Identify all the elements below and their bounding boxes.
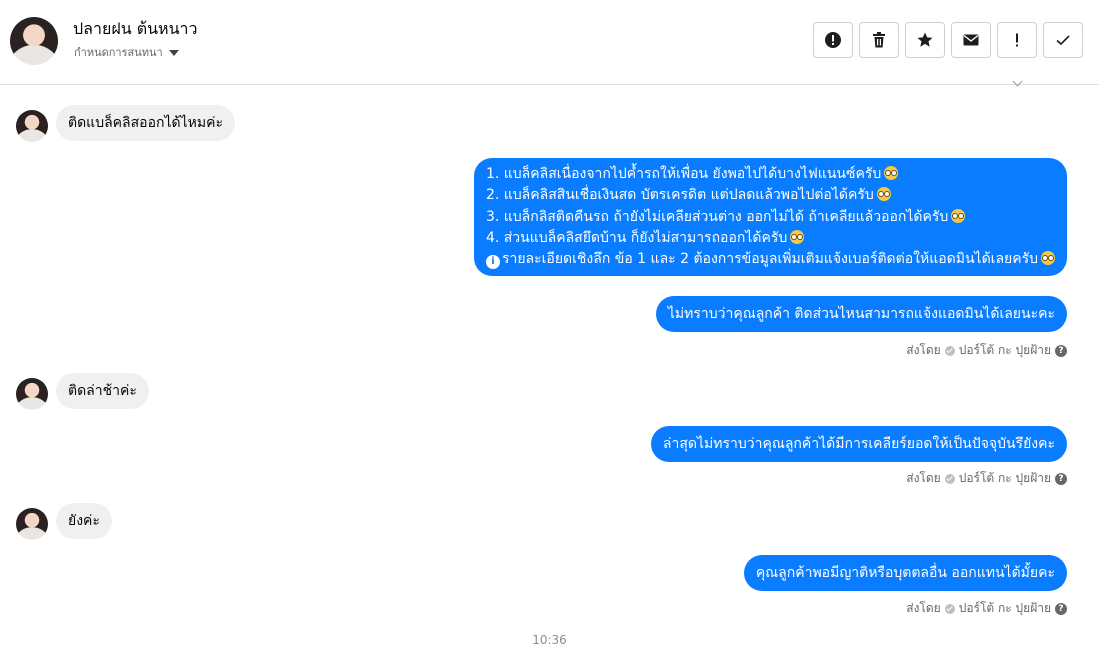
help-icon[interactable]: ? <box>1055 472 1067 485</box>
sent-by-label: ส่งโดย ปอร์โต้ กะ ปุยฝ้าย ? <box>906 599 1067 618</box>
contact-avatar[interactable] <box>10 17 58 65</box>
message-line: i รายละเอียดเชิงลึก ข้อ 1 และ 2 ต้องการข้… <box>485 249 1055 270</box>
mail-icon <box>963 34 979 46</box>
sent-by-agent[interactable]: ปอร์โต้ กะ ปุยฝ้าย <box>959 341 1051 360</box>
star-icon <box>917 32 933 47</box>
sent-by-label: ส่งโดย ปอร์โต้ กะ ปุยฝ้าย ? <box>906 469 1067 488</box>
check-icon <box>1056 35 1070 46</box>
nerd-face-emoji-icon <box>951 208 966 223</box>
outgoing-message: คุณลูกค้าพอมีญาติหรือบุตตลอื่น ออกแทนได้… <box>743 555 1067 591</box>
message-timestamp: 10:36 <box>532 633 567 647</box>
verified-check-icon <box>944 603 955 614</box>
sent-by-agent[interactable]: ปอร์โต้ กะ ปุยฝ้าย <box>959 469 1051 488</box>
star-button[interactable] <box>905 22 945 58</box>
outgoing-message: 1. แบล็คลิสเนื่องจากไปค้ำรถให้เพื่อน ยัง… <box>473 158 1067 277</box>
exclamation-icon <box>1016 33 1018 47</box>
alert-circle-icon <box>825 32 841 48</box>
message-line: 1. แบล็คลิสเนื่องจากไปค้ำรถให้เพื่อน ยัง… <box>486 164 1055 185</box>
conversation-header: ปลายฝน ต้นหนาว กำหนดการสนทนา <box>0 0 1099 85</box>
mark-unread-button[interactable] <box>951 22 991 58</box>
sent-by-label: ส่งโดย ปอร์โต้ กะ ปุยฝ้าย ? <box>906 341 1067 360</box>
incoming-message: ติดแบล็คลิสออกได้ไหมค่ะ <box>56 105 235 141</box>
assign-conversation-dropdown[interactable]: กำหนดการสนทนา <box>74 43 179 61</box>
contact-name[interactable]: ปลายฝน ต้นหนาว <box>73 17 198 42</box>
verified-check-icon <box>944 473 955 484</box>
sent-by-agent[interactable]: ปอร์โต้ กะ ปุยฝ้าย <box>959 599 1051 618</box>
sent-by-prefix: ส่งโดย <box>906 343 941 357</box>
help-icon[interactable]: ? <box>1055 602 1067 615</box>
trash-icon <box>873 32 885 48</box>
delete-button[interactable] <box>859 22 899 58</box>
help-icon[interactable]: ? <box>1055 344 1067 357</box>
message-line: 3. แบล็กลิสติดคืนรถ ถ้ายังไม่เคลียส่วนต่… <box>486 207 1055 228</box>
contact-avatar-small[interactable] <box>16 110 48 142</box>
mark-spam-button[interactable] <box>813 22 853 58</box>
info-icon: i <box>485 254 500 269</box>
follow-up-button[interactable] <box>997 22 1037 58</box>
nerd-face-emoji-icon <box>884 166 899 180</box>
sent-by-prefix: ส่งโดย <box>906 471 941 485</box>
chevron-down-icon <box>168 50 179 56</box>
nerd-face-emoji-icon <box>1041 251 1055 266</box>
assign-label: กำหนดการสนทนา <box>74 46 163 59</box>
nerd-face-emoji-icon <box>876 187 891 202</box>
sent-by-prefix: ส่งโดย <box>906 601 941 615</box>
verified-check-icon <box>944 345 955 356</box>
message-line: 2. แบล็คลิสสินเชื่อเงินสด บัตรเครดิต แต่… <box>486 185 1055 206</box>
nerd-face-emoji-icon <box>790 229 805 244</box>
contact-avatar-small[interactable] <box>16 508 48 540</box>
outgoing-message: ไม่ทราบว่าคุณลูกค้า ติดส่วนไหนสามารถแจ้ง… <box>655 296 1067 332</box>
conversation-toolbar <box>813 22 1083 58</box>
contact-avatar-small[interactable] <box>16 378 48 410</box>
mark-done-button[interactable] <box>1043 22 1083 58</box>
outgoing-message: ล่าสุดไม่ทราบว่าคุณลูกค้าได้มีการเคลียร์… <box>650 426 1067 462</box>
incoming-message: ติดล่าช้าค่ะ <box>56 373 149 409</box>
message-line: 4. ส่วนแบล็คลิสยึดบ้าน ก็ยังไม่สามารถออก… <box>486 228 1055 249</box>
incoming-message: ยังค่ะ <box>56 503 112 539</box>
